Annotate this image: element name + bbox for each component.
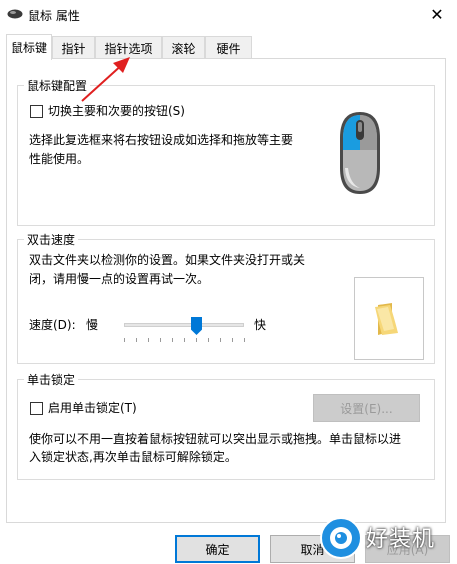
click-lock-settings-button[interactable]: 设置(E)... bbox=[313, 394, 420, 422]
double-click-description-line1: 双击文件夹以检测你的设置。如果文件夹没打开或关 bbox=[29, 253, 306, 267]
slider-tick bbox=[136, 338, 137, 342]
swap-description-line2: 性能使用。 bbox=[29, 152, 90, 166]
slider-tick bbox=[124, 338, 125, 342]
swap-buttons-checkbox[interactable] bbox=[30, 105, 43, 118]
slider-tick bbox=[172, 338, 173, 342]
tab-label: 硬件 bbox=[216, 41, 241, 56]
slider-tick bbox=[220, 338, 221, 342]
speed-slider-thumb[interactable] bbox=[191, 317, 202, 335]
click-lock-description-line1: 使你可以不用一直按着鼠标按钮就可以突出显示或拖拽。单击鼠标以进 bbox=[29, 432, 402, 446]
tab-pointers[interactable]: 指针 bbox=[52, 36, 95, 59]
test-folder-area[interactable] bbox=[354, 277, 424, 360]
slider-tick bbox=[148, 338, 149, 342]
watermark-text: 好装机 bbox=[366, 527, 436, 552]
button-label: 确定 bbox=[205, 542, 230, 557]
slider-tick bbox=[232, 338, 233, 342]
double-click-description-line2: 闭，请用慢一点的设置再试一次。 bbox=[29, 272, 210, 286]
tab-label: 指针 bbox=[61, 41, 86, 56]
close-icon: ✕ bbox=[430, 4, 444, 24]
click-lock-group: 单击锁定 启用单击锁定(T) 设置(E)... 使你可以不用一直按着鼠标按钮就可… bbox=[17, 371, 435, 480]
tab-pointer-options[interactable]: 指针选项 bbox=[95, 36, 162, 59]
swap-buttons-label[interactable]: 切换主要和次要的按钮(S) bbox=[48, 101, 185, 121]
folder-icon[interactable] bbox=[372, 301, 406, 337]
watermark-logo-icon bbox=[320, 517, 362, 559]
tab-label: 鼠标键 bbox=[10, 41, 47, 55]
button-config-group: 鼠标键配置 切换主要和次要的按钮(S) 选择此复选框来将右按钮设成如选择和拖放等… bbox=[17, 77, 435, 226]
mouse-illustration-icon bbox=[340, 112, 380, 194]
mouse-app-icon bbox=[7, 9, 23, 19]
double-click-group: 双击速度 双击文件夹以检测你的设置。如果文件夹没打开或关 闭，请用慢一点的设置再… bbox=[17, 231, 435, 364]
group-title: 双击速度 bbox=[24, 231, 79, 248]
fast-label: 快 bbox=[254, 318, 267, 332]
tab-mouse-buttons[interactable]: 鼠标键 bbox=[6, 34, 52, 60]
slow-label: 慢 bbox=[86, 318, 99, 332]
speed-label: 速度(D): bbox=[29, 318, 76, 332]
title-bar: 鼠标 属性 ✕ bbox=[0, 0, 457, 30]
slider-tick bbox=[244, 338, 245, 342]
click-lock-label[interactable]: 启用单击锁定(T) bbox=[48, 398, 137, 418]
swap-description-line1: 选择此复选框来将右按钮设成如选择和拖放等主要 bbox=[29, 133, 294, 147]
ok-button[interactable]: 确定 bbox=[175, 535, 260, 563]
group-title: 鼠标键配置 bbox=[24, 77, 91, 94]
tab-label: 指针选项 bbox=[104, 41, 153, 56]
tab-hardware[interactable]: 硬件 bbox=[205, 36, 252, 59]
tab-wheel[interactable]: 滚轮 bbox=[162, 36, 205, 59]
tab-label: 滚轮 bbox=[171, 41, 196, 56]
button-label: 设置(E)... bbox=[340, 401, 393, 416]
click-lock-description-line2: 入锁定状态,再次单击鼠标可解除锁定。 bbox=[29, 450, 237, 464]
tab-panel: 鼠标键配置 切换主要和次要的按钮(S) 选择此复选框来将右按钮设成如选择和拖放等… bbox=[6, 58, 446, 523]
click-lock-checkbox[interactable] bbox=[30, 402, 43, 415]
slider-tick bbox=[184, 338, 185, 342]
slider-tick bbox=[196, 338, 197, 342]
window-title: 鼠标 属性 bbox=[28, 9, 80, 23]
group-title: 单击锁定 bbox=[24, 371, 79, 388]
slider-tick bbox=[160, 338, 161, 342]
watermark: 好装机 bbox=[318, 515, 457, 561]
close-button[interactable]: ✕ bbox=[417, 0, 457, 28]
speed-slider-track[interactable] bbox=[124, 323, 244, 327]
slider-tick bbox=[208, 338, 209, 342]
